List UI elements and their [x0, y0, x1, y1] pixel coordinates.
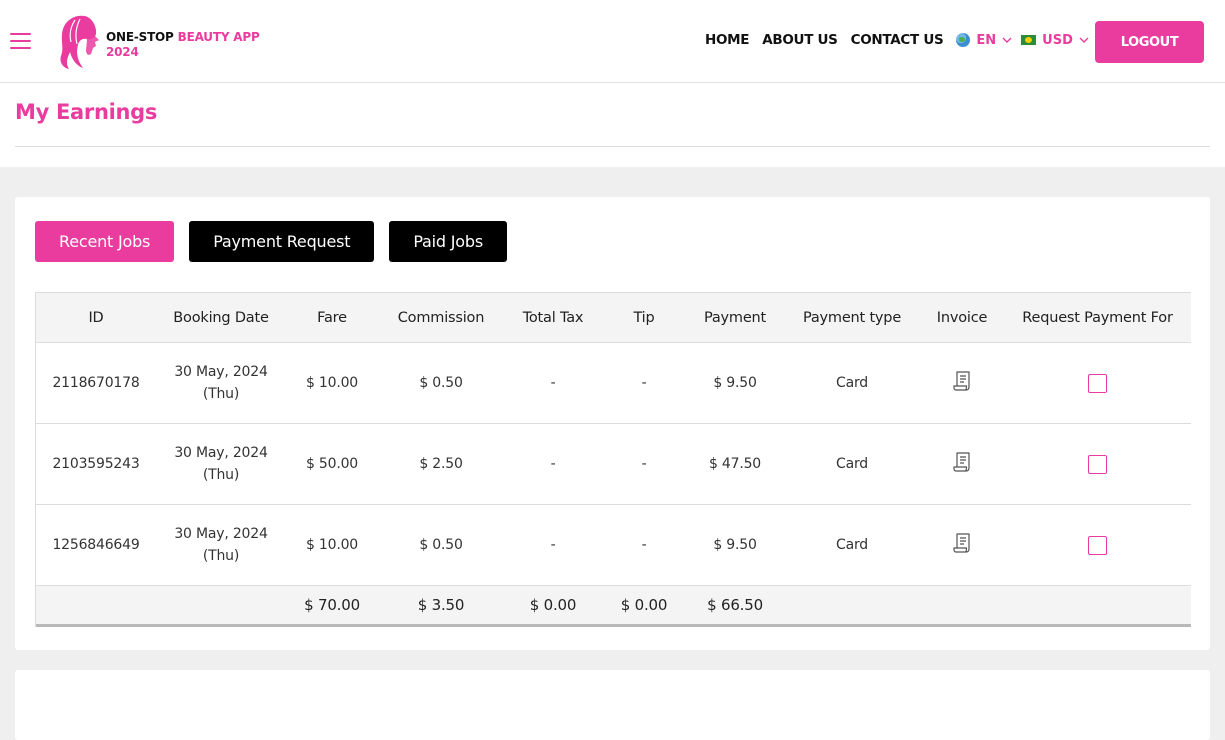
col-payment-type: Payment type	[784, 293, 920, 343]
receipt-icon[interactable]	[952, 532, 972, 554]
chevron-down-icon	[1079, 37, 1089, 43]
earnings-table-container[interactable]: ID Booking Date Fare Commission Total Ta…	[35, 292, 1191, 627]
col-commission: Commission	[378, 293, 504, 343]
total-tip: $ 0.00	[602, 585, 686, 627]
request-payment-checkbox[interactable]	[1088, 454, 1107, 474]
language-selector[interactable]: EN	[956, 33, 1012, 48]
total-empty	[784, 585, 920, 627]
cell-invoice	[920, 342, 1004, 424]
nav-home[interactable]: HOME	[705, 32, 750, 48]
earnings-table: ID Booking Date Fare Commission Total Ta…	[36, 293, 1191, 627]
tab-paid-jobs[interactable]: Paid Jobs	[389, 221, 507, 262]
globe-icon	[956, 33, 971, 47]
total-empty	[920, 585, 1004, 627]
cell-invoice	[920, 423, 1004, 505]
cell-total-tax: -	[504, 423, 602, 505]
date-text: 30 May, 2024	[174, 445, 268, 461]
total-empty	[36, 585, 156, 627]
col-total-tax: Total Tax	[504, 293, 602, 343]
total-empty	[1004, 585, 1191, 627]
col-payment: Payment	[686, 293, 784, 343]
total-fare: $ 70.00	[286, 585, 378, 627]
cell-booking-date: 30 May, 2024 (Thu)	[156, 342, 286, 424]
cell-fare: $ 10.00	[286, 342, 378, 424]
total-payment: $ 66.50	[686, 585, 784, 627]
totals-row: $ 70.00 $ 3.50 $ 0.00 $ 0.00 $ 66.50	[36, 585, 1191, 627]
cell-id: 1256846649	[36, 504, 156, 586]
col-tip: Tip	[602, 293, 686, 343]
cell-booking-date: 30 May, 2024 (Thu)	[156, 423, 286, 505]
nav-about-us[interactable]: ABOUT US	[762, 32, 838, 48]
tab-payment-request[interactable]: Payment Request	[189, 221, 375, 262]
cell-request-payment	[1004, 504, 1191, 586]
currency-selector[interactable]: USD	[1021, 33, 1089, 48]
col-fare: Fare	[286, 293, 378, 343]
total-tax: $ 0.00	[504, 585, 602, 627]
cell-booking-date: 30 May, 2024 (Thu)	[156, 504, 286, 586]
logo-woman-silhouette-icon	[60, 15, 99, 70]
hamburger-icon[interactable]	[10, 33, 31, 49]
logo-brand-pink: BEAUTY APP	[177, 30, 260, 44]
cell-request-payment	[1004, 423, 1191, 505]
cell-payment-type: Card	[784, 423, 920, 505]
col-id: ID	[36, 293, 156, 343]
cell-id: 2103595243	[36, 423, 156, 505]
main-nav: HOME ABOUT US CONTACT US EN USD	[705, 32, 1098, 48]
receipt-icon[interactable]	[952, 370, 972, 392]
cell-tip: -	[602, 423, 686, 505]
cell-request-payment	[1004, 342, 1191, 424]
total-commission: $ 3.50	[378, 585, 504, 627]
currency-value: USD	[1042, 32, 1073, 48]
logout-button[interactable]: LOGOUT	[1095, 21, 1204, 63]
title-divider	[15, 146, 1210, 147]
logo-text[interactable]: ONE-STOP BEAUTY APP 2024	[106, 30, 260, 60]
day-text: (Thu)	[202, 467, 240, 483]
col-booking-date: Booking Date	[156, 293, 286, 343]
table-row: 2118670178 30 May, 2024 (Thu) $ 10.00 $ 0…	[36, 342, 1191, 424]
language-value: EN	[976, 32, 997, 48]
table-row: 1256846649 30 May, 2024 (Thu) $ 10.00 $ 0…	[36, 504, 1191, 586]
total-empty	[156, 585, 286, 627]
date-text: 30 May, 2024	[174, 364, 268, 380]
cell-fare: $ 10.00	[286, 504, 378, 586]
request-payment-checkbox[interactable]	[1088, 535, 1107, 555]
date-text: 30 May, 2024	[174, 526, 268, 542]
cell-payment: $ 9.50	[686, 342, 784, 424]
cell-tip: -	[602, 504, 686, 586]
tab-recent-jobs[interactable]: Recent Jobs	[35, 221, 175, 262]
secondary-card	[15, 670, 1210, 740]
cell-commission: $ 2.50	[378, 423, 504, 505]
day-text: (Thu)	[202, 386, 240, 402]
cell-commission: $ 0.50	[378, 342, 504, 424]
table-header-row: ID Booking Date Fare Commission Total Ta…	[36, 293, 1191, 343]
cell-total-tax: -	[504, 504, 602, 586]
nav-contact-us[interactable]: CONTACT US	[851, 32, 944, 48]
flag-icon	[1021, 35, 1037, 45]
day-text: (Thu)	[202, 548, 240, 564]
cell-payment: $ 47.50	[686, 423, 784, 505]
logo-brand-dark: ONE-STOP	[106, 30, 174, 44]
page-title: My Earnings	[15, 100, 158, 124]
col-invoice: Invoice	[920, 293, 1004, 343]
logo-year: 2024	[106, 45, 139, 59]
cell-fare: $ 50.00	[286, 423, 378, 505]
col-request-payment: Request Payment For	[1004, 293, 1191, 343]
chevron-down-icon	[1002, 37, 1012, 43]
cell-tip: -	[602, 342, 686, 424]
cell-id: 2118670178	[36, 342, 156, 424]
title-band: My Earnings	[0, 83, 1225, 167]
cell-commission: $ 0.50	[378, 504, 504, 586]
earnings-tabs: Recent Jobs Payment Request Paid Jobs	[35, 221, 522, 262]
cell-payment-type: Card	[784, 504, 920, 586]
cell-total-tax: -	[504, 342, 602, 424]
earnings-card: Recent Jobs Payment Request Paid Jobs ID…	[15, 197, 1210, 650]
table-row: 2103595243 30 May, 2024 (Thu) $ 50.00 $ 2…	[36, 423, 1191, 505]
cell-payment: $ 9.50	[686, 504, 784, 586]
request-payment-checkbox[interactable]	[1088, 373, 1107, 393]
receipt-icon[interactable]	[952, 451, 972, 473]
cell-invoice	[920, 504, 1004, 586]
cell-payment-type: Card	[784, 342, 920, 424]
top-header: ONE-STOP BEAUTY APP 2024 HOME ABOUT US C…	[0, 0, 1225, 83]
